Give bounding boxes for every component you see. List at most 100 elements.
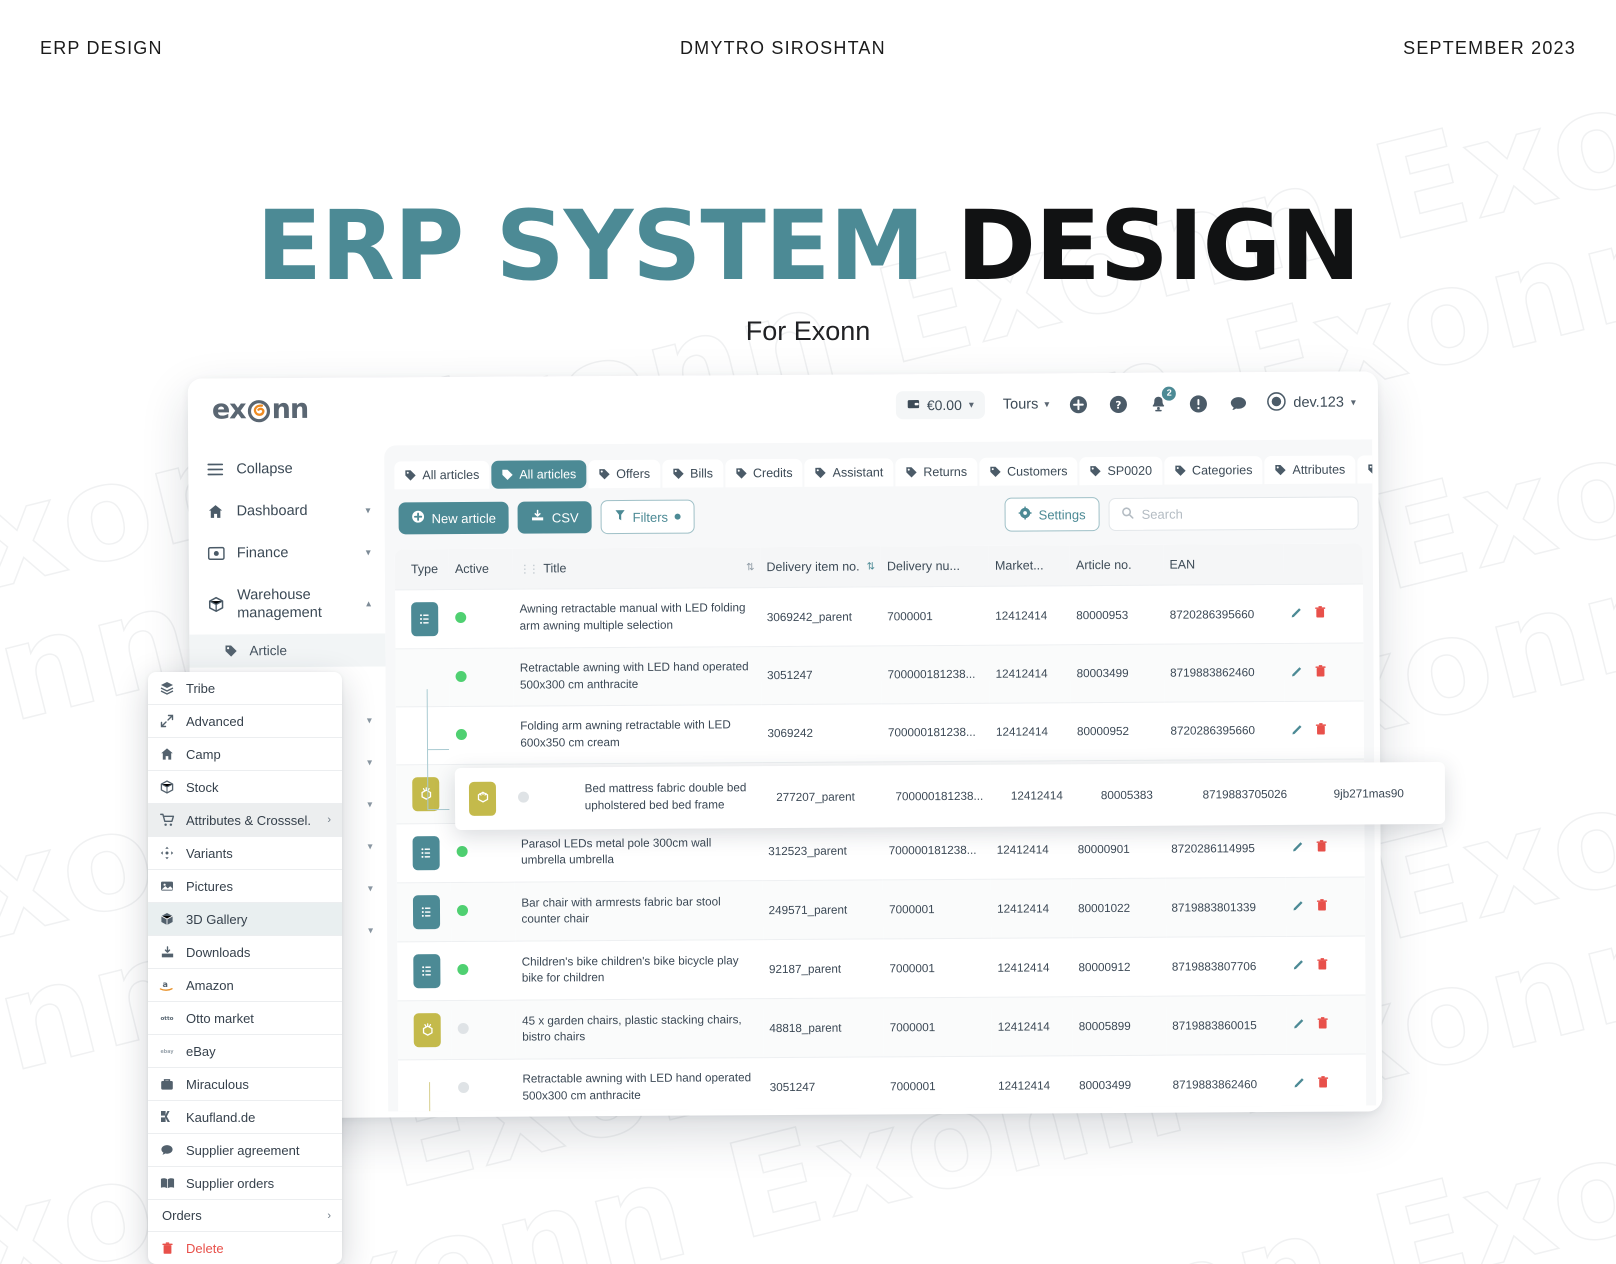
row-actions <box>1285 877 1366 937</box>
tag-icon <box>1367 463 1377 475</box>
tab-offers-2[interactable]: Offers <box>588 459 661 489</box>
chevron-up-icon: ▴ <box>366 598 372 610</box>
context-menu-item-camp[interactable]: Camp <box>148 738 342 771</box>
tours-dropdown[interactable]: Tours ▾ <box>1003 396 1050 412</box>
bag-icon <box>159 1076 175 1092</box>
exclamation-circle-icon[interactable] <box>1187 392 1209 414</box>
column-header-title[interactable]: ⋮⋮ Title ⇅ <box>513 547 761 590</box>
filters-button[interactable]: Filters <box>600 499 696 535</box>
pencil-icon[interactable] <box>1291 664 1304 680</box>
pencil-icon[interactable] <box>1290 606 1303 622</box>
table-row[interactable]: Retractable awning with LED hand operate… <box>397 1054 1367 1112</box>
hovered-row-overlay[interactable]: Bed mattress fabric double bed upholster… <box>454 761 1446 831</box>
sort-icon[interactable]: ⇅ <box>746 562 754 573</box>
wallet-button[interactable]: €0.00 ▾ <box>895 390 985 420</box>
trash-icon[interactable] <box>1316 958 1328 974</box>
context-menu-item-orders[interactable]: Orders › <box>148 1200 342 1232</box>
logo-swirl-icon <box>247 397 271 423</box>
context-menu-item-stock[interactable]: Stock <box>148 771 342 804</box>
context-menu-item-supplier-agreement[interactable]: Supplier agreement <box>148 1134 342 1167</box>
table-row[interactable]: Awning retractable manual with LED foldi… <box>395 583 1364 649</box>
drag-handle-icon[interactable]: ⋮⋮ <box>519 562 537 575</box>
sidebar-item-warehouse-management[interactable]: Warehouse management ▴ <box>189 573 385 634</box>
context-menu-item-supplier-orders[interactable]: Supplier orders <box>148 1167 342 1200</box>
pencil-icon[interactable] <box>1293 1017 1306 1033</box>
pencil-icon[interactable] <box>1291 723 1304 739</box>
user-menu[interactable]: dev.123 ▾ <box>1267 391 1356 415</box>
column-header-active[interactable]: Active <box>448 548 514 590</box>
chevron-down-icon: ▾ <box>366 715 372 727</box>
pencil-icon[interactable] <box>1292 840 1305 856</box>
context-menu-item-attributes-crosssel[interactable]: Attributes & Crosssel. › <box>148 804 342 837</box>
context-menu-item-otto-market[interactable]: otto Otto market <box>148 1002 342 1035</box>
bell-icon[interactable]: 2 <box>1147 386 1177 415</box>
tab-bills-3[interactable]: Bills <box>662 459 724 488</box>
context-menu-item-pictures[interactable]: Pictures <box>148 870 342 903</box>
tab-categories-9[interactable]: Categories <box>1163 456 1263 485</box>
settings-button[interactable]: Settings <box>1004 497 1100 532</box>
context-menu-item-tribe[interactable]: Tribe <box>148 672 342 705</box>
tab-selecti-11[interactable]: Selecti <box>1357 455 1377 484</box>
tab-assistant-5[interactable]: Assistant <box>804 458 894 487</box>
row-title: Folding arm awning retractable with LED … <box>514 704 762 765</box>
sidebar-item-dashboard[interactable]: Dashboard ▾ <box>188 489 384 532</box>
context-menu-item-delete[interactable]: Delete <box>148 1232 342 1264</box>
column-header-article-no[interactable]: Article no. <box>1069 544 1164 586</box>
tab-all-articles-0[interactable]: All articles <box>394 460 490 490</box>
context-menu-item-variants[interactable]: Variants <box>148 837 342 870</box>
csv-button[interactable]: CSV <box>517 501 592 534</box>
trash-icon[interactable] <box>1316 899 1328 915</box>
table-row[interactable]: Bar chair with armrests fabric bar stool… <box>396 877 1366 943</box>
tab-credits-4[interactable]: Credits <box>724 458 803 488</box>
table-row[interactable]: Children's bike children's bike bicycle … <box>397 936 1366 1002</box>
chevron-right-icon[interactable]: › <box>327 1210 331 1222</box>
tag-icon <box>404 469 416 481</box>
list-type-icon <box>412 836 440 871</box>
trash-icon[interactable] <box>1315 664 1327 680</box>
pencil-icon[interactable] <box>1292 899 1305 915</box>
tab-returns-6[interactable]: Returns <box>895 457 978 487</box>
context-menu-item-advanced[interactable]: Advanced <box>148 705 342 738</box>
tag-icon <box>223 644 238 659</box>
sort-active-icon[interactable]: ⇅ <box>867 561 875 572</box>
exonn-logo[interactable]: ex nn <box>212 393 308 425</box>
column-header-market[interactable]: Market... <box>988 545 1071 587</box>
table-row[interactable]: Folding arm awning retractable with LED … <box>395 701 1365 766</box>
table-row[interactable]: 45 x garden chairs, plastic stacking cha… <box>397 995 1366 1061</box>
list-type-icon <box>412 895 441 930</box>
new-article-button[interactable]: New article <box>398 501 510 535</box>
column-header-type[interactable]: Type <box>394 549 450 590</box>
tab-attributes-10[interactable]: Attributes <box>1264 455 1356 485</box>
tab-sp0020-8[interactable]: SP0020 <box>1079 456 1163 486</box>
row-delivery-no: 7000001 <box>883 997 992 1058</box>
tab-all-articles-1[interactable]: All articles <box>491 460 587 489</box>
trash-icon[interactable] <box>1314 606 1326 622</box>
trash-icon[interactable] <box>1315 722 1327 739</box>
pencil-icon[interactable] <box>1292 958 1305 974</box>
trash-icon[interactable] <box>1317 1076 1329 1092</box>
table-row[interactable]: Retractable awning with LED hand operate… <box>395 642 1364 708</box>
context-menu-item-kaufland-de[interactable]: Kaufland.de <box>148 1101 342 1134</box>
column-header-delivery-no[interactable]: Delivery nu... <box>880 545 990 587</box>
column-header-ean[interactable]: EAN <box>1163 543 1285 586</box>
chat-bubble-icon[interactable] <box>1227 392 1249 414</box>
context-menu-item-downloads[interactable]: Downloads <box>148 936 342 969</box>
context-menu-item-3d-gallery[interactable]: 3D Gallery <box>148 903 342 936</box>
context-menu-item-ebay[interactable]: ebay eBay <box>148 1035 342 1068</box>
tab-customers-7[interactable]: Customers <box>979 457 1078 486</box>
context-menu-item-amazon[interactable]: a Amazon <box>148 969 342 1002</box>
question-circle-icon[interactable]: ? <box>1107 393 1129 415</box>
row-delivery-item-no: 3051247 <box>763 1057 885 1112</box>
sidebar-collapse[interactable]: Collapse <box>188 447 384 490</box>
column-header-delivery-item-no[interactable]: Delivery item no. ⇅ <box>760 546 882 588</box>
chevron-right-icon[interactable]: › <box>327 814 331 826</box>
trash-icon[interactable] <box>1317 1017 1329 1033</box>
plus-circle-icon[interactable] <box>1067 393 1089 415</box>
sidebar-item-article[interactable]: Article <box>189 633 386 668</box>
pencil-icon[interactable] <box>1293 1076 1306 1092</box>
sidebar-item-finance[interactable]: Finance ▾ <box>189 531 385 574</box>
context-menu-item-miraculous[interactable]: Miraculous <box>148 1068 342 1101</box>
search-input[interactable]: Search <box>1108 495 1359 531</box>
row-extra-field: 9jb271mas90 <box>1333 786 1404 801</box>
trash-icon[interactable] <box>1316 840 1328 856</box>
